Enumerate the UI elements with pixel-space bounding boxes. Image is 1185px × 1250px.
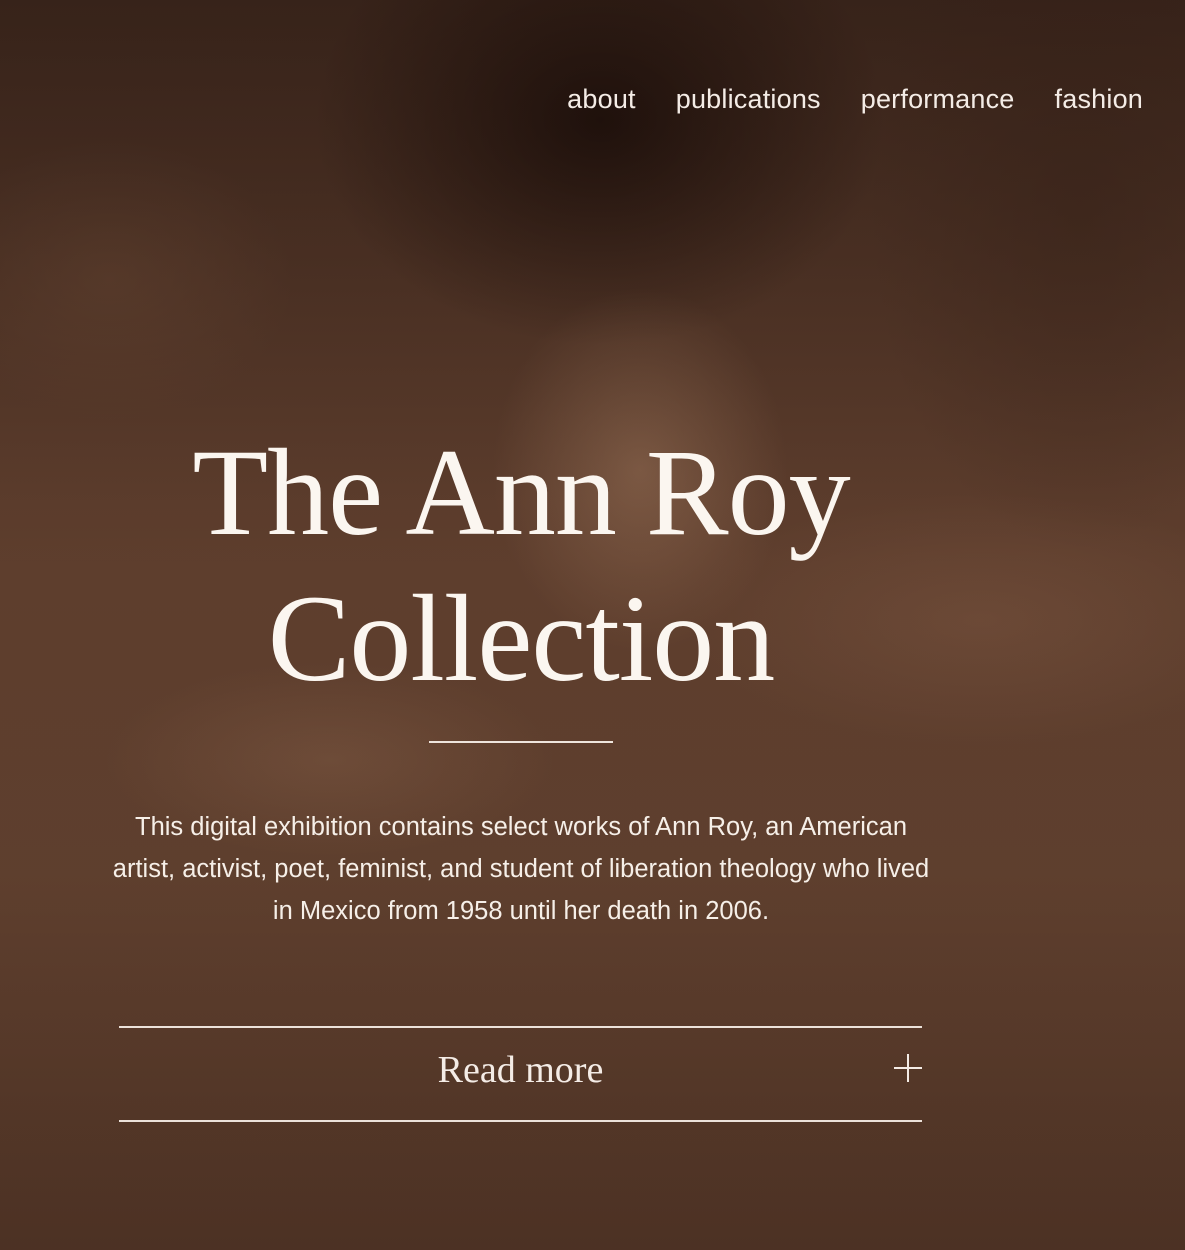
title-line-2: Collection: [267, 570, 776, 707]
title-divider: [429, 741, 613, 743]
title-line-1: The Ann Roy: [192, 424, 850, 561]
page-title: The Ann Roy Collection: [120, 420, 922, 712]
plus-icon[interactable]: [894, 1054, 922, 1082]
main-nav: about publications performance fashion: [567, 84, 1143, 115]
read-more-toggle[interactable]: Read more: [119, 1026, 922, 1122]
nav-fashion[interactable]: fashion: [1055, 84, 1143, 115]
nav-publications[interactable]: publications: [676, 84, 821, 115]
nav-about[interactable]: about: [567, 84, 636, 115]
read-more-label: Read more: [437, 1049, 604, 1091]
intro-text: This digital exhibition contains select …: [112, 813, 930, 925]
nav-performance[interactable]: performance: [861, 84, 1015, 115]
